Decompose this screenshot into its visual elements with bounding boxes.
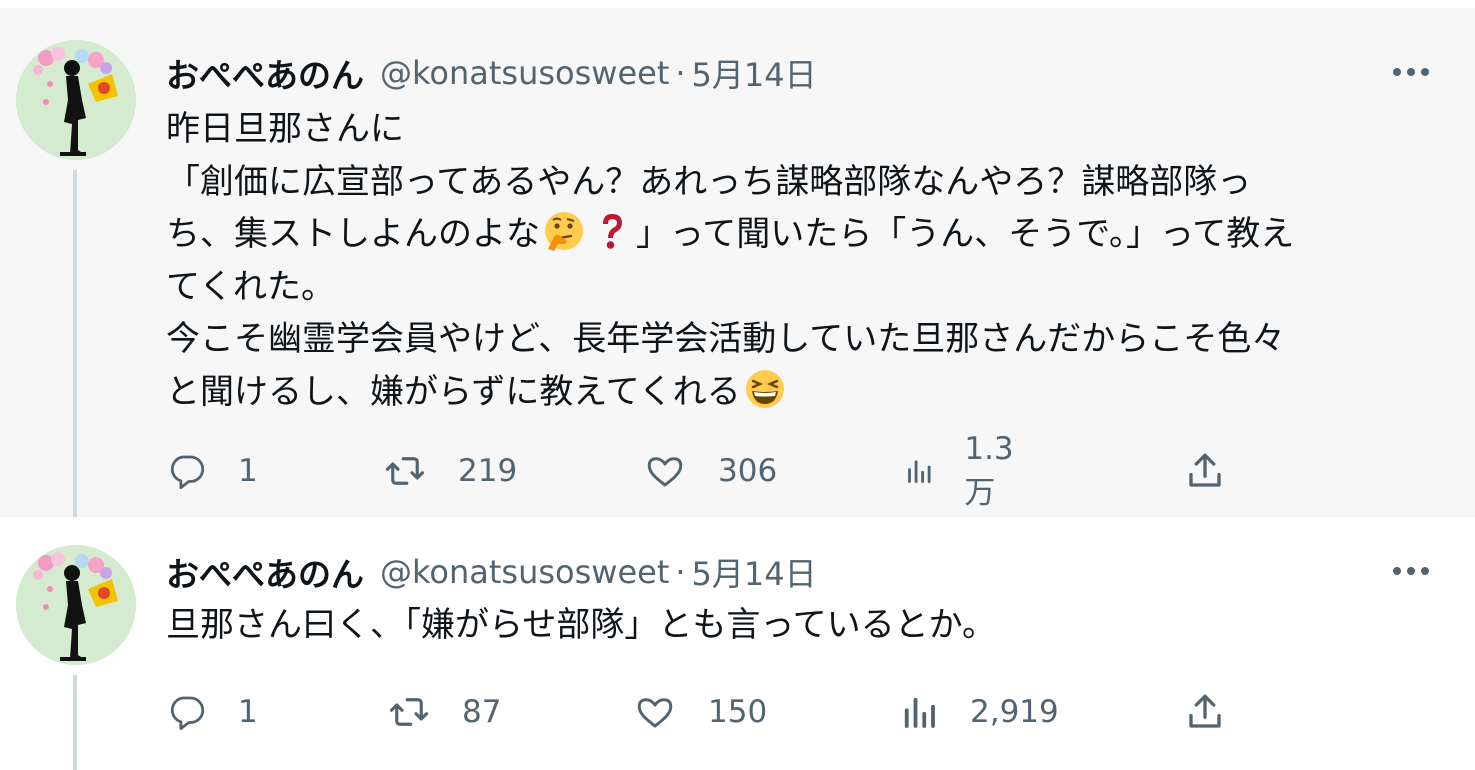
thinking-face-emoji: [542, 209, 586, 253]
tweet-2[interactable]: おぺぺあのん @konatsusosweet · 5月14日 旦那さん曰く、「嫌…: [0, 517, 1475, 770]
author-handle[interactable]: @konatsusosweet: [380, 54, 669, 92]
retweet-icon: [385, 457, 425, 485]
reply-button[interactable]: 1: [166, 446, 258, 496]
like-button[interactable]: 150: [634, 687, 767, 737]
more-dots-icon: [1393, 567, 1429, 575]
share-icon: [1189, 694, 1221, 728]
avatar[interactable]: [16, 545, 136, 665]
tweet-date[interactable]: 5月14日: [692, 549, 817, 595]
avatar[interactable]: [16, 40, 136, 160]
view-count: 1.3万: [964, 430, 1014, 511]
reply-count: 1: [238, 453, 258, 489]
silhouette-flower-avatar-icon: [16, 40, 136, 160]
silhouette-flower-avatar-icon: [16, 545, 136, 665]
like-count: 150: [708, 694, 768, 730]
share-icon: [1189, 453, 1221, 487]
share-button[interactable]: [1184, 446, 1226, 496]
tweet-text-part-1: 旦那さん曰く、「嫌がらせ部隊」とも言っているとか。: [166, 605, 996, 645]
tweet-text: 旦那さん曰く、「嫌がらせ部隊」とも言っているとか。: [166, 599, 1446, 652]
retweet-count: 219: [458, 453, 518, 489]
separator-dot: ·: [675, 553, 686, 591]
tweet-1[interactable]: おぺぺあのん @konatsusosweet · 5月14日 昨日旦那さんに 「…: [0, 0, 1475, 525]
tweet-text: 昨日旦那さんに 「創価に広宣部ってあるやん？あれっち謀略部隊なんやろ？謀略部隊っ…: [166, 103, 1446, 418]
views-button[interactable]: 2,919: [898, 687, 1059, 737]
view-count: 2,919: [970, 694, 1059, 730]
views-chart-icon: [904, 697, 935, 728]
views-button[interactable]: 1.3万: [903, 431, 1024, 511]
red-question-mark-emoji: [590, 209, 634, 253]
author-name[interactable]: おぺぺあのん: [166, 548, 364, 596]
heart-icon: [647, 457, 683, 487]
retweet-button[interactable]: 219: [384, 446, 517, 496]
tweet-date[interactable]: 5月14日: [692, 50, 817, 96]
more-options-button[interactable]: [1389, 549, 1433, 593]
retweet-button[interactable]: 87: [388, 687, 501, 737]
like-count: 306: [718, 453, 778, 489]
tweet-header: おぺぺあのん @konatsusosweet · 5月14日: [166, 547, 817, 597]
retweet-icon: [389, 698, 429, 726]
separator-dot: ·: [675, 54, 686, 92]
author-name[interactable]: おぺぺあのん: [166, 49, 364, 97]
share-button[interactable]: [1184, 687, 1226, 737]
thread-line: [73, 675, 77, 770]
grinning-squinting-face-emoji: [743, 367, 787, 411]
heart-icon: [637, 698, 673, 728]
more-options-button[interactable]: [1389, 50, 1433, 94]
like-button[interactable]: 306: [644, 446, 777, 496]
retweet-count: 87: [462, 694, 502, 730]
author-handle[interactable]: @konatsusosweet: [380, 553, 669, 591]
reply-icon: [170, 455, 205, 490]
more-dots-icon: [1393, 68, 1429, 76]
reply-count: 1: [238, 694, 258, 730]
thread-line: [73, 170, 77, 525]
tweet-header: おぺぺあのん @konatsusosweet · 5月14日: [166, 48, 817, 98]
views-chart-icon: [908, 460, 931, 483]
reply-button[interactable]: 1: [166, 687, 258, 737]
reply-icon: [170, 696, 205, 731]
